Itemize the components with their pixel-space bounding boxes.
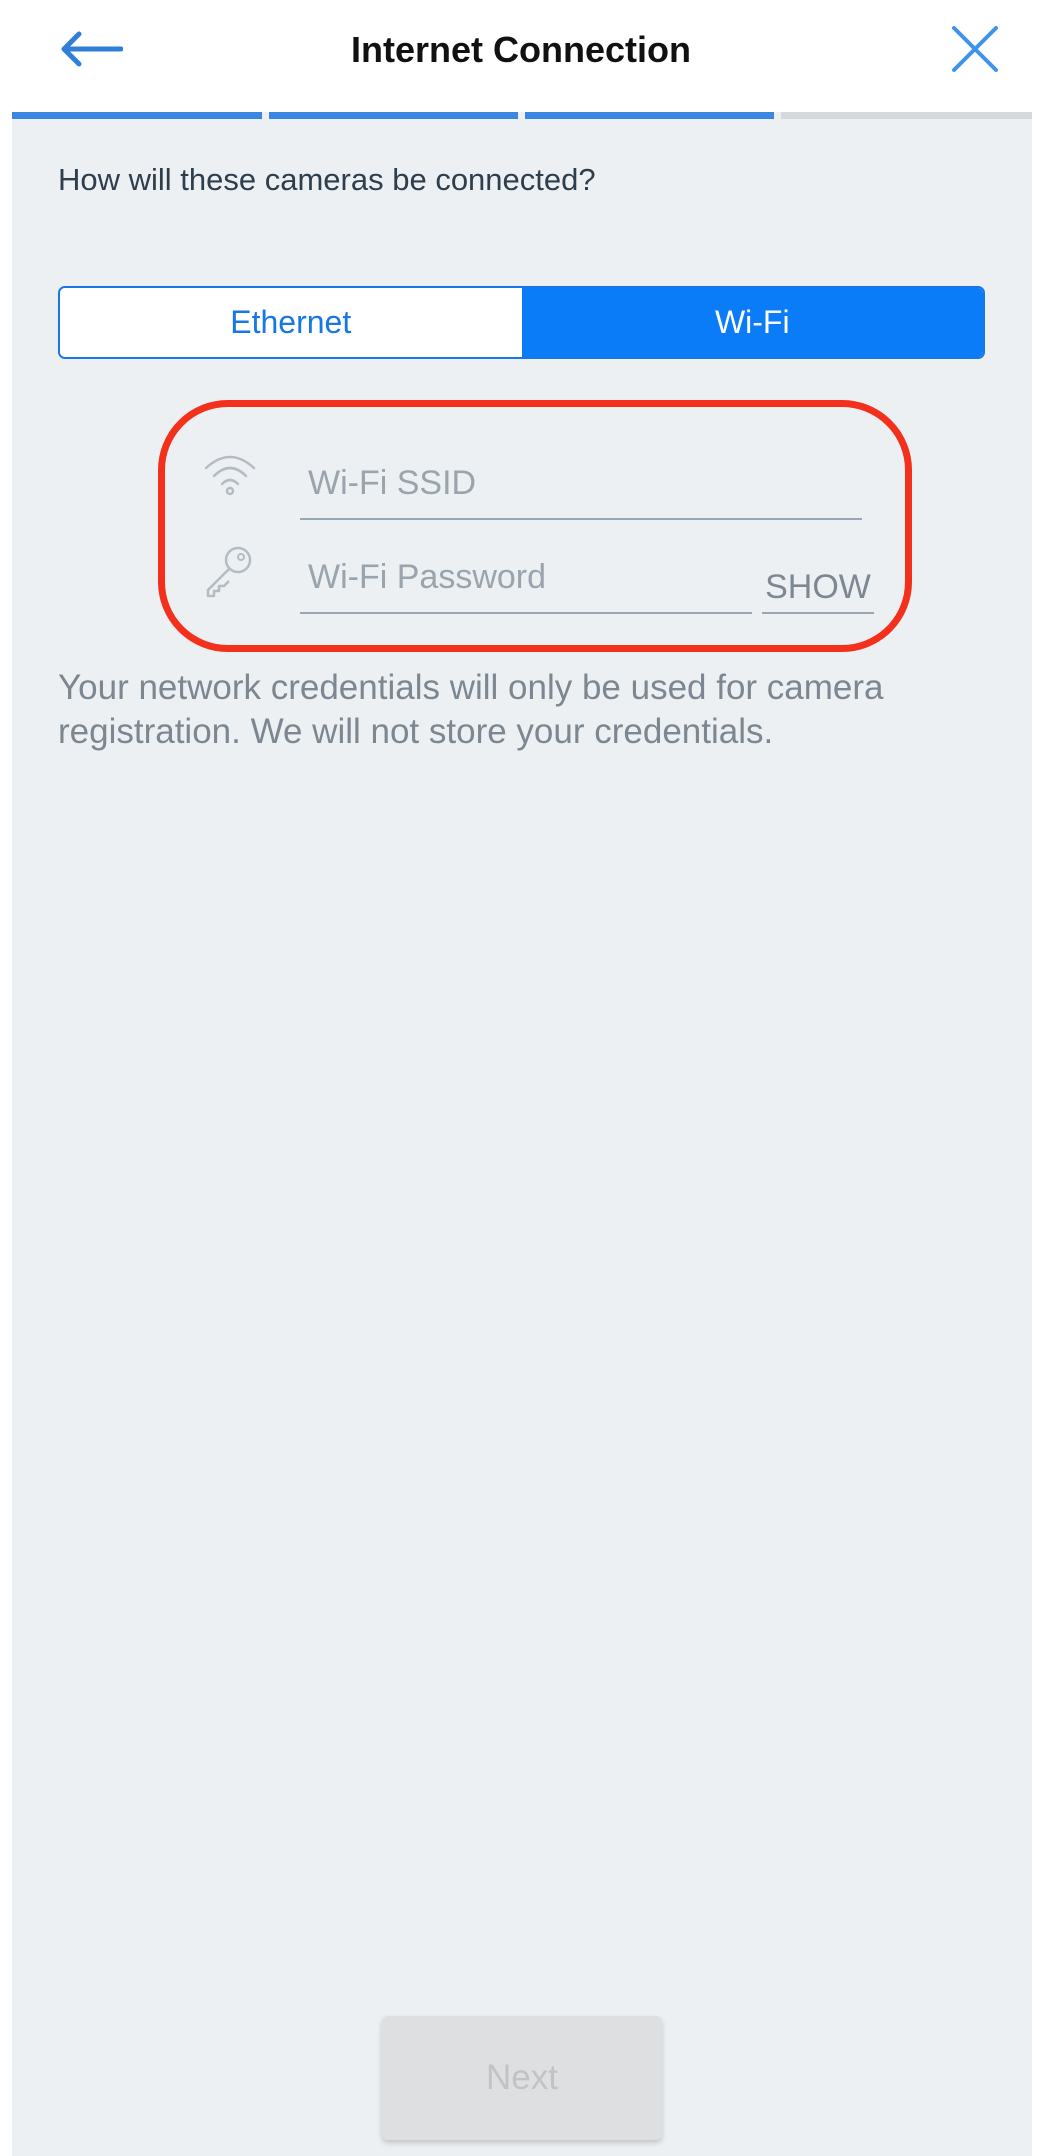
close-icon <box>952 26 998 72</box>
wifi-ssid-field <box>300 448 862 520</box>
back-button[interactable] <box>48 14 134 84</box>
key-icon <box>206 546 252 598</box>
connection-type-toggle: Ethernet Wi-Fi <box>58 286 985 359</box>
next-button[interactable]: Next <box>382 2016 662 2140</box>
wifi-password-field <box>300 542 752 614</box>
progress-step-4 <box>781 112 1032 119</box>
wifi-password-input[interactable] <box>308 542 752 612</box>
show-password-button[interactable]: SHOW <box>762 560 874 614</box>
progress-step-2 <box>269 112 518 119</box>
arrow-left-icon <box>61 31 123 67</box>
connection-question: How will these cameras be connected? <box>58 162 596 197</box>
page-title: Internet Connection <box>351 29 691 70</box>
progress-step-1 <box>12 112 262 119</box>
wifi-ssid-input[interactable] <box>308 448 862 518</box>
progress-step-3 <box>525 112 774 119</box>
step-progress-bar <box>12 112 1032 120</box>
wifi-icon <box>204 455 256 496</box>
credentials-disclaimer: Your network credentials will only be us… <box>58 668 884 751</box>
close-button[interactable] <box>940 14 1010 84</box>
ethernet-option[interactable]: Ethernet <box>60 288 522 357</box>
wifi-option[interactable]: Wi-Fi <box>521 288 983 357</box>
